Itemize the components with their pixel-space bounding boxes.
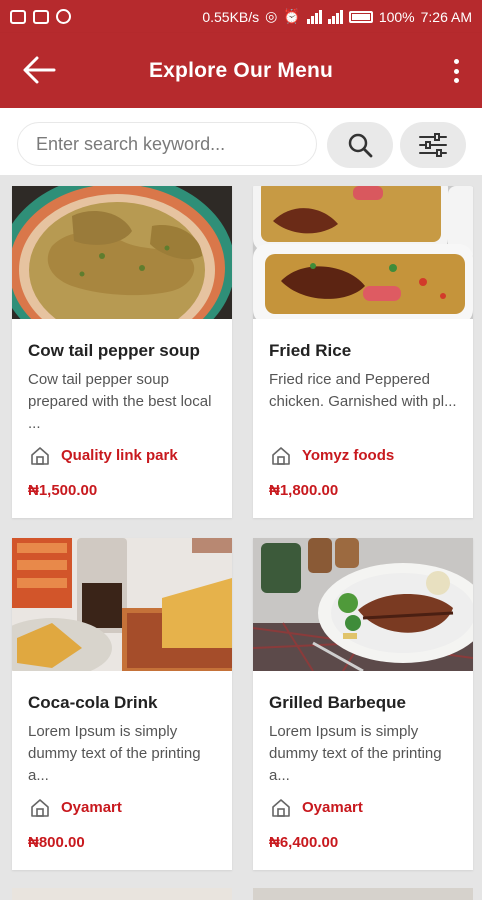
filter-button[interactable] — [400, 122, 466, 168]
sliders-icon — [419, 133, 447, 157]
more-vertical-icon[interactable] — [454, 59, 460, 83]
menu-item-card[interactable]: Cow tail pepper soup Cow tail pepper sou… — [12, 186, 232, 518]
item-description: Lorem Ipsum is simply dummy text of the … — [28, 723, 201, 784]
item-description: Lorem Ipsum is simply dummy text of the … — [269, 723, 442, 784]
menu-item-card-partial[interactable] — [253, 888, 473, 900]
network-speed: 0.55KB/s — [202, 8, 260, 25]
hotspot-icon: ◎ — [265, 8, 278, 24]
arrow-left-icon — [23, 56, 56, 84]
store-icon — [31, 447, 49, 465]
menu-item-card[interactable]: Grilled Barbeque Lorem Ipsum is simply d… — [253, 538, 473, 870]
item-price: ₦1,800.00 — [269, 482, 339, 499]
store-icon — [272, 799, 290, 817]
store-name[interactable]: Oyamart — [61, 799, 122, 816]
image-icon — [33, 9, 49, 24]
signal-icon-2 — [327, 9, 343, 24]
item-price: ₦1,500.00 — [28, 482, 98, 499]
item-description: Cow tail pepper soup prepared with the b… — [28, 371, 212, 432]
chat-icon — [56, 9, 71, 24]
status-bar: 0.55KB/s ◎ ⏰ 100% 7:26 AM — [0, 0, 482, 33]
menu-item-card[interactable]: Fried Rice Fried rice and Peppered chick… — [253, 186, 473, 518]
page-title: Explore Our Menu — [148, 58, 334, 82]
search-icon — [348, 133, 373, 158]
signal-icon — [306, 9, 322, 24]
food-photo-pepper-soup — [12, 186, 232, 319]
food-photo-partial — [12, 888, 232, 900]
battery-level: 100% — [378, 8, 415, 25]
store-name[interactable]: Yomyz foods — [302, 447, 394, 464]
search-button[interactable] — [327, 122, 393, 168]
food-photo-barbeque — [253, 538, 473, 671]
menu-item-card-partial[interactable] — [12, 888, 232, 900]
item-name: Cow tail pepper soup — [28, 341, 200, 360]
store-icon — [272, 447, 290, 465]
food-photo-fried-rice — [253, 186, 473, 319]
notification-icons — [10, 9, 71, 24]
item-name: Grilled Barbeque — [269, 693, 406, 712]
food-photo-partial — [253, 888, 473, 900]
battery-icon — [348, 10, 373, 23]
food-photo-coca-cola — [12, 538, 232, 671]
alarm-icon: ⏰ — [283, 8, 301, 24]
store-icon — [31, 799, 49, 817]
item-description: Fried rice and Peppered chicken. Garnish… — [269, 371, 457, 410]
app-bar: Explore Our Menu — [0, 33, 482, 108]
shield-icon — [10, 9, 26, 24]
store-name[interactable]: Quality link park — [61, 447, 178, 464]
store-name[interactable]: Oyamart — [302, 799, 363, 816]
item-price: ₦800.00 — [28, 834, 85, 851]
item-name: Fried Rice — [269, 341, 352, 360]
back-button[interactable] — [22, 55, 56, 85]
item-price: ₦6,400.00 — [269, 834, 339, 851]
search-input[interactable] — [17, 122, 317, 166]
clock: 7:26 AM — [420, 8, 472, 25]
item-name: Coca-cola Drink — [28, 693, 158, 712]
search-bar — [0, 108, 482, 175]
menu-item-card[interactable]: Coca-cola Drink Lorem Ipsum is simply du… — [12, 538, 232, 870]
